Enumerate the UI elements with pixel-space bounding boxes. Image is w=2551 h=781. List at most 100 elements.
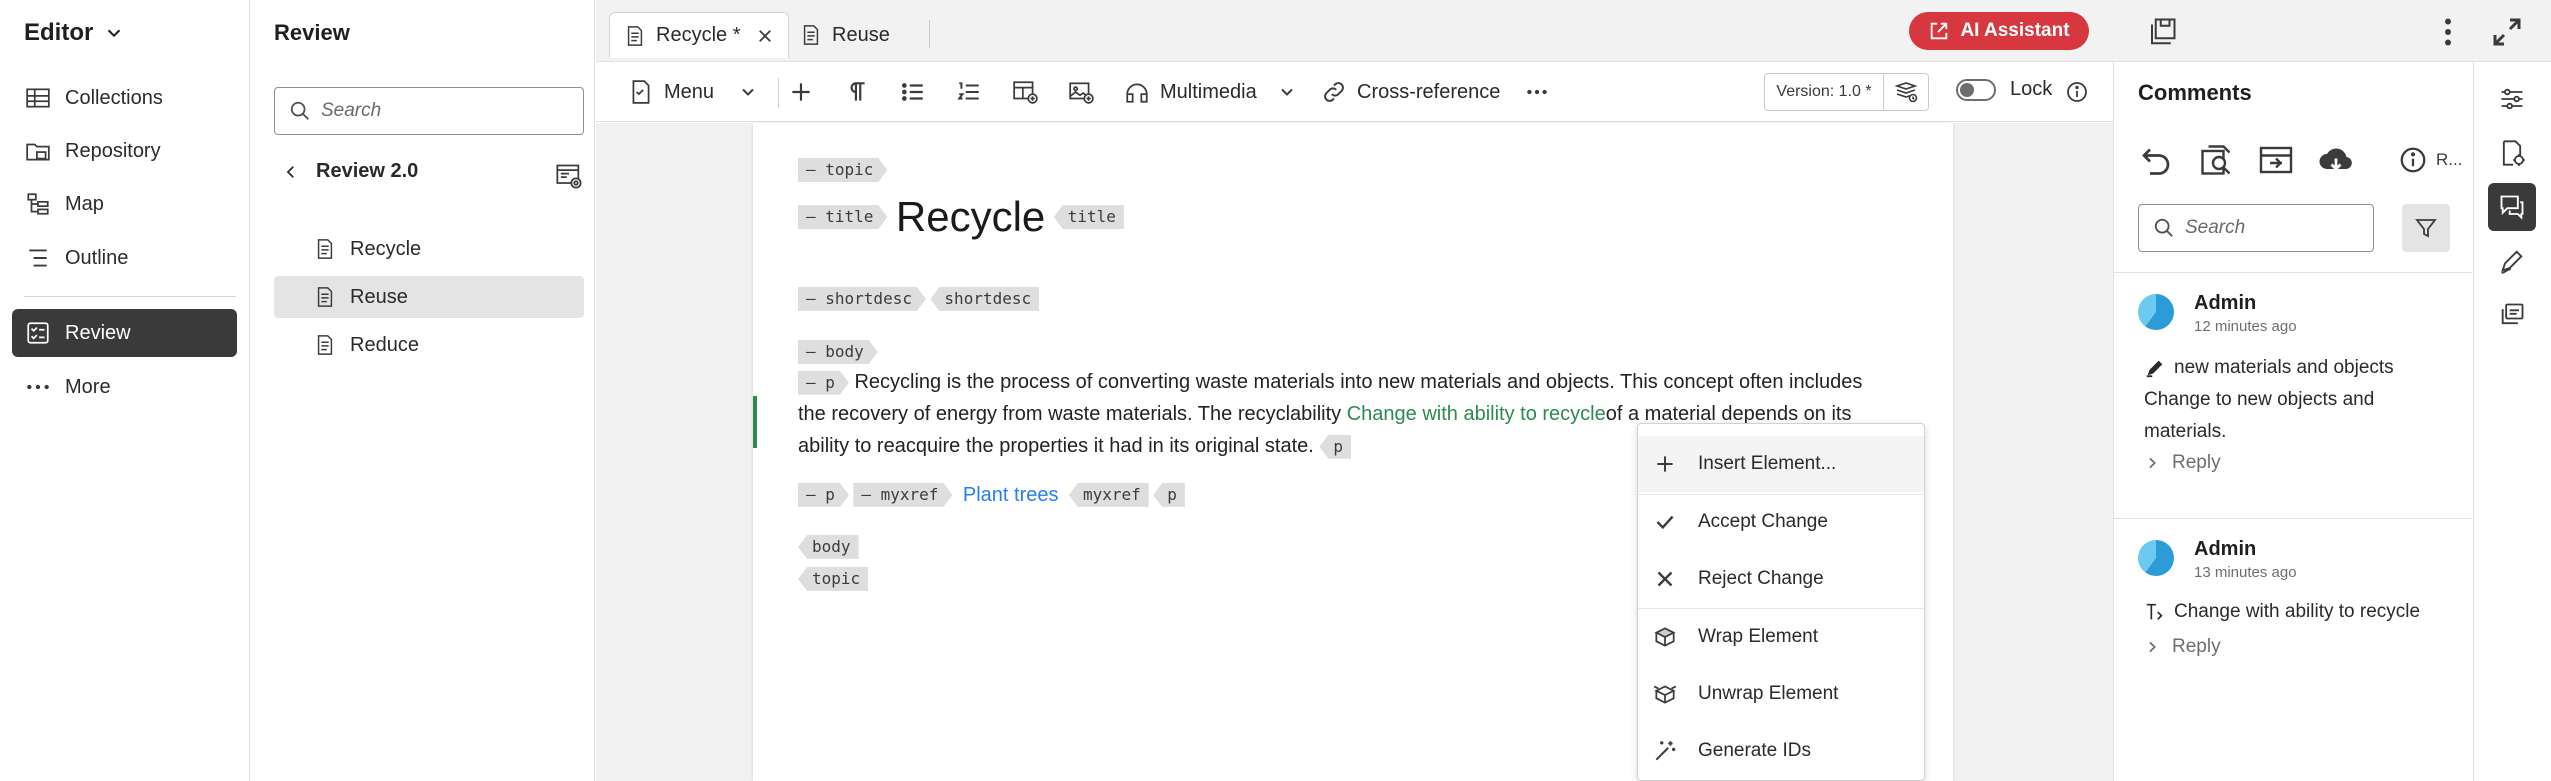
fullscreen-icon[interactable] [2489, 14, 2525, 50]
cloud-download-icon[interactable] [2318, 142, 2354, 178]
image-icon [1068, 79, 1094, 105]
file-label: Reduce [350, 333, 419, 356]
track-changes-rail-button[interactable] [2488, 237, 2536, 285]
tool-label-truncated: R... [2436, 150, 2463, 169]
body-close-tag[interactable]: body [798, 535, 859, 559]
app-switcher[interactable]: Editor [24, 16, 125, 50]
reply-button[interactable]: Reply [2144, 452, 2221, 474]
review-panel: Review Review 2.0 Recycle Reus [250, 0, 595, 781]
insert-button[interactable] [788, 74, 814, 110]
numbered-list-button[interactable] [956, 74, 982, 110]
app-title: Editor [24, 19, 94, 46]
tab-recycle[interactable]: Recycle * [609, 12, 790, 58]
menu-item-label: Reject Change [1698, 568, 1824, 589]
nav-item-map[interactable]: Map [12, 180, 237, 228]
review-name: Review 2.0 [316, 160, 419, 182]
comment-card[interactable]: Admin 12 minutes ago new materials and o… [2114, 272, 2472, 518]
accept-change-menu-item[interactable]: Accept Change [1638, 494, 1924, 550]
reply-button[interactable]: Reply [2144, 636, 2221, 658]
import-icon[interactable] [2258, 142, 2294, 178]
nav-item-collections[interactable]: Collections [12, 74, 237, 122]
document-title[interactable]: Recycle [896, 193, 1045, 240]
more-tools-button[interactable] [1524, 74, 1550, 110]
body-open-tag[interactable]: — body [798, 340, 878, 364]
undo-icon[interactable] [2138, 142, 2174, 178]
settings-rail-button[interactable] [2488, 75, 2536, 123]
versions-rail-button[interactable] [2488, 291, 2536, 339]
file-properties-rail-button[interactable] [2488, 129, 2536, 177]
nav-item-more[interactable]: More [12, 363, 237, 411]
grid-icon [25, 85, 51, 111]
menu-item-label: Unwrap Element [1698, 683, 1839, 704]
back-to-review-button[interactable]: Review 2.0 [282, 160, 418, 183]
nav-item-label: Outline [65, 246, 129, 269]
nav-item-label: Review [65, 321, 131, 344]
version-history-button[interactable] [1883, 73, 1929, 111]
insert-image-button[interactable] [1068, 74, 1094, 110]
nav-item-repository[interactable]: Repository [12, 127, 237, 175]
lock-toggle[interactable] [1956, 78, 1996, 101]
generate-ids-menu-item[interactable]: Generate IDs [1638, 723, 1924, 779]
myxref-open-tag[interactable]: — myxref [853, 483, 952, 507]
topic-close-tag[interactable]: topic [798, 567, 869, 591]
search-input[interactable] [321, 100, 561, 122]
multimedia-dropdown[interactable]: Multimedia [1124, 74, 1297, 110]
info-icon[interactable] [2065, 80, 2089, 104]
myxref-close-tag[interactable]: myxref [1068, 483, 1149, 507]
file-item-recycle[interactable]: Recycle [274, 228, 584, 270]
nav-item-outline[interactable]: Outline [12, 234, 237, 282]
comment-body: new materials and objects Change to new … [2144, 352, 2454, 448]
avatar [2138, 540, 2174, 576]
p-open-tag[interactable]: — p [798, 483, 849, 507]
nav-item-review[interactable]: Review [12, 309, 237, 357]
menu-item-label: Wrap Element [1698, 626, 1819, 647]
filter-button[interactable] [2402, 204, 2450, 252]
context-menu: Insert Element... Accept Change Reject C… [1637, 423, 1925, 781]
numbered-list-icon [956, 79, 982, 105]
ai-assistant-button[interactable]: AI Assistant [1909, 12, 2089, 50]
comment-author: Admin [2194, 292, 2257, 314]
find-change-icon[interactable] [2198, 142, 2234, 178]
version-history-icon [1894, 80, 1918, 104]
menu-label: Menu [664, 80, 715, 103]
comment-card[interactable]: Admin 13 minutes ago Change with ability… [2114, 518, 2472, 768]
save-all-icon[interactable] [2147, 17, 2177, 47]
search-input[interactable] [2185, 217, 2355, 239]
title-open-tag[interactable]: — title [798, 205, 887, 229]
file-item-reduce[interactable]: Reduce [274, 324, 584, 366]
body-close-line: body [798, 535, 859, 559]
info-icon[interactable] [2398, 145, 2428, 175]
insert-table-button[interactable] [1012, 74, 1038, 110]
tracked-change-text[interactable]: Change with ability to recycle [1347, 403, 1606, 425]
xref-link[interactable]: Plant trees [963, 484, 1059, 506]
view-options-icon[interactable] [555, 162, 583, 190]
p-close-tag[interactable]: p [1153, 483, 1185, 507]
menu-dropdown[interactable]: Menu [628, 74, 758, 110]
shortdesc-close-tag[interactable]: shortdesc [930, 287, 1040, 311]
plus-icon [788, 79, 814, 105]
reject-change-menu-item[interactable]: Reject Change [1638, 551, 1924, 607]
shortdesc-open-tag[interactable]: — shortdesc [798, 287, 926, 311]
tab-bar: Recycle * Reuse AI Assistant [596, 0, 2551, 62]
insert-element-menu-item[interactable]: Insert Element... [1638, 436, 1924, 492]
close-icon[interactable] [756, 27, 774, 45]
title-close-tag[interactable]: title [1053, 205, 1124, 229]
comment-time: 12 minutes ago [2194, 318, 2297, 335]
bulleted-list-button[interactable] [900, 74, 926, 110]
comments-rail-button[interactable] [2488, 183, 2536, 231]
filter-icon [2414, 216, 2438, 240]
cross-reference-button[interactable]: Cross-reference [1321, 74, 1500, 110]
wrap-element-menu-item[interactable]: Wrap Element [1638, 609, 1924, 665]
topic-open-tag[interactable]: — topic [798, 158, 887, 182]
panel-title: Review [274, 20, 350, 45]
file-item-reuse[interactable]: Reuse [274, 276, 584, 318]
chevron-down-icon [103, 22, 125, 44]
paragraph-button[interactable] [844, 74, 870, 110]
unwrap-element-menu-item[interactable]: Unwrap Element [1638, 666, 1924, 722]
p-open-tag[interactable]: — p [798, 371, 849, 395]
comment-author: Admin [2194, 538, 2257, 560]
p-close-tag[interactable]: p [1319, 434, 1352, 459]
more-vertical-icon[interactable] [2430, 14, 2466, 50]
search-icon [289, 100, 311, 122]
tab-reuse[interactable]: Reuse [786, 12, 904, 58]
